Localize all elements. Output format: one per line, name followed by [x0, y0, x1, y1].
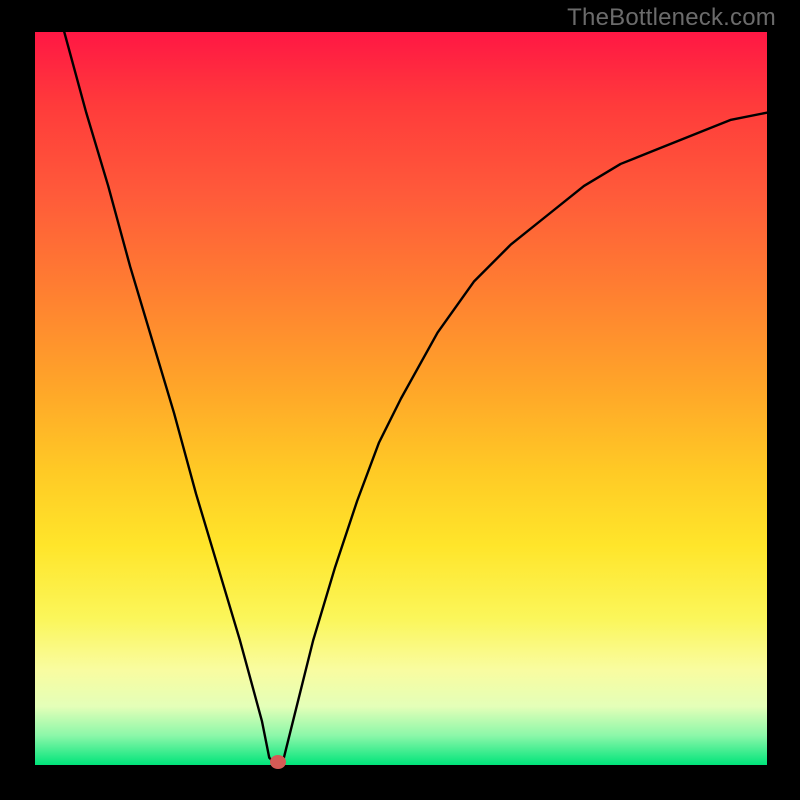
- curve-path: [64, 32, 767, 765]
- watermark-text: TheBottleneck.com: [567, 4, 776, 32]
- chart-frame: TheBottleneck.com: [0, 0, 800, 800]
- minimum-marker: [270, 755, 286, 769]
- curve-layer: [35, 32, 767, 765]
